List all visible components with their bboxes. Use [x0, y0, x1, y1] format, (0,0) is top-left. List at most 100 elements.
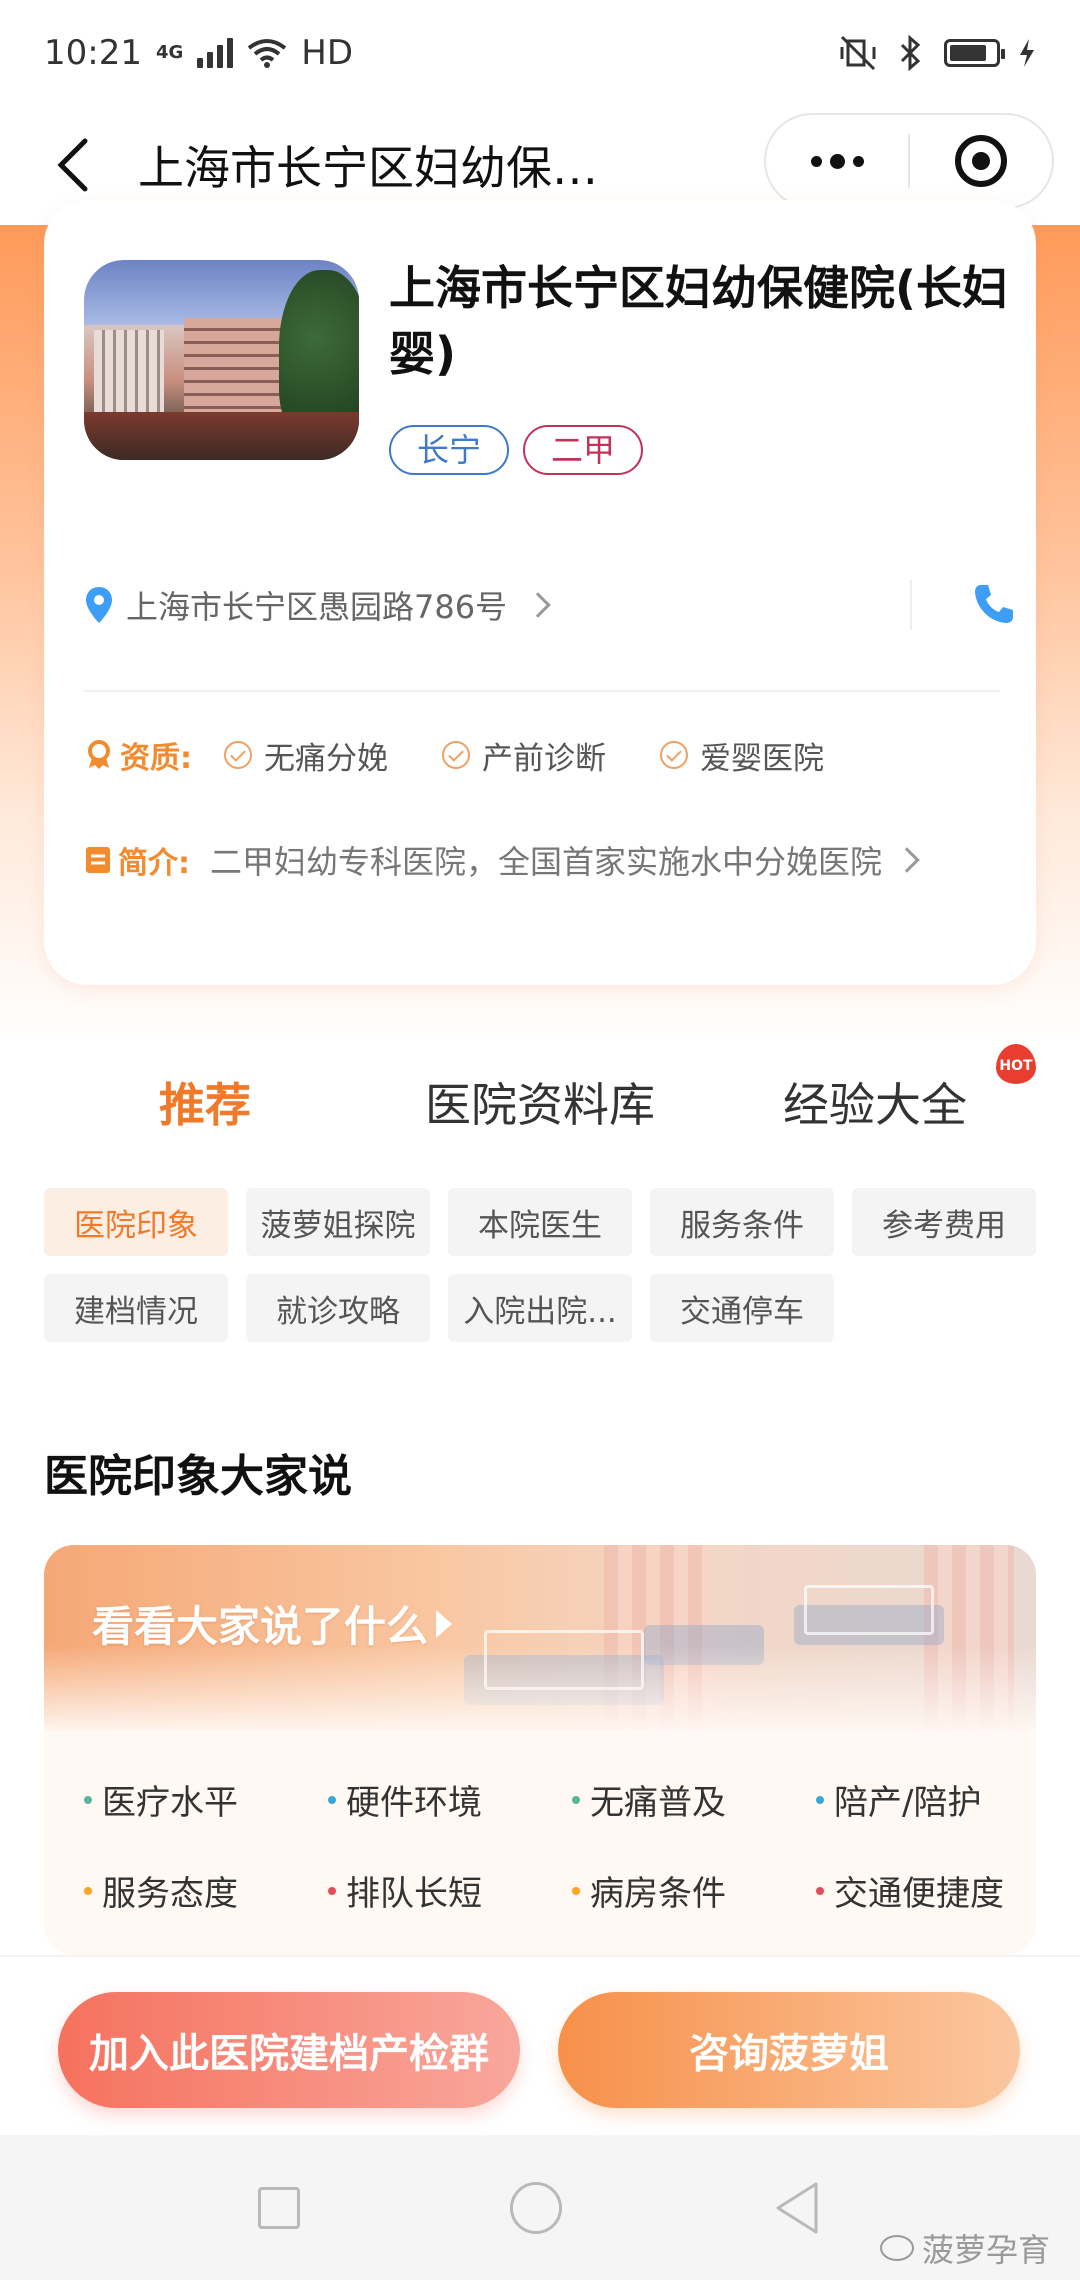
topic-label: 病房条件	[590, 1874, 726, 1914]
phone-icon	[975, 585, 1013, 623]
topic-item[interactable]: 陪产/陪护	[816, 1775, 1036, 1824]
call-button[interactable]	[964, 574, 1024, 634]
intro-label: 简介:	[84, 838, 190, 882]
topic-item[interactable]: 排队长短	[328, 1866, 572, 1915]
bullet-dot	[84, 1795, 92, 1804]
address-row[interactable]: 上海市长宁区愚园路786号	[84, 560, 1013, 650]
topic-label: 医疗水平	[102, 1783, 238, 1823]
impression-card: 看看大家说了什么 医疗水平 硬件环境 无痛普及 陪产/陪护 服务态度 排队长短 …	[44, 1545, 1036, 1955]
status-time: 10:21	[44, 32, 142, 73]
district-tag: 长宁	[389, 425, 510, 475]
view-comments-link[interactable]: 看看大家说了什么	[92, 1593, 453, 1654]
join-group-button[interactable]: 加入此医院建档产检群	[58, 1992, 520, 2108]
qualification-text: 产前诊断	[482, 740, 606, 777]
bullet-dot	[84, 1886, 92, 1895]
network-type: 4G	[155, 42, 184, 63]
bullet-dot	[816, 1886, 824, 1895]
check-circle-icon	[224, 741, 252, 769]
topic-label: 陪产/陪护	[834, 1783, 982, 1823]
chip-registration[interactable]: 建档情况	[44, 1274, 228, 1342]
topic-label: 无痛普及	[590, 1783, 726, 1823]
topic-label: 硬件环境	[346, 1783, 482, 1823]
topic-label: 排队长短	[346, 1874, 482, 1914]
topic-item[interactable]: 交通便捷度	[816, 1866, 1036, 1915]
chip-doctors[interactable]: 本院医生	[448, 1188, 632, 1256]
topic-item[interactable]: 无痛普及	[572, 1775, 816, 1824]
chip-services[interactable]: 服务条件	[650, 1188, 834, 1256]
intro-row[interactable]: 简介: 二甲妇幼专科医院，全国首家实施水中分娩医院	[84, 830, 1004, 890]
hospital-photo[interactable]	[84, 260, 359, 460]
chip-admission[interactable]: 入院出院...	[448, 1274, 632, 1342]
qualification-item: 产前诊断	[442, 733, 606, 778]
back-triangle-button[interactable]	[772, 2180, 822, 2236]
check-circle-icon	[660, 741, 688, 769]
tab-experience[interactable]: 经验大全 HOT	[670, 1044, 1080, 1150]
close-button[interactable]	[910, 115, 1052, 207]
section-title: 医院印象大家说	[44, 1451, 352, 1502]
hospital-card: 上海市长宁区妇幼保健院(长妇婴) 长宁 二甲 上海市长宁区愚园路786号 资质:	[44, 200, 1036, 985]
award-icon	[88, 740, 110, 769]
tab-experience-label: 经验大全	[783, 1078, 967, 1132]
topic-item[interactable]: 医疗水平	[84, 1775, 328, 1824]
check-circle-icon	[442, 741, 470, 769]
bottom-action-bar: 加入此医院建档产检群 咨询菠萝姐	[0, 1955, 1080, 2135]
chip-transport[interactable]: 交通停车	[650, 1274, 834, 1342]
divider	[84, 690, 1000, 692]
qualification-item: 无痛分娩	[224, 733, 388, 778]
hospital-tags: 长宁 二甲	[389, 425, 644, 475]
chevron-left-icon	[57, 138, 88, 192]
tab-hospital-database[interactable]: 医院资料库	[410, 1060, 670, 1150]
qualification-label-text: 资质:	[120, 741, 192, 776]
chip-visit[interactable]: 菠萝姐探院	[246, 1188, 430, 1256]
topic-label: 服务态度	[102, 1874, 238, 1914]
topic-item[interactable]: 病房条件	[572, 1866, 816, 1915]
qualification-item: 爱婴医院	[660, 733, 824, 778]
bluetooth-icon	[900, 34, 921, 71]
chip-guide[interactable]: 就诊攻略	[246, 1274, 430, 1342]
consult-button[interactable]: 咨询菠萝姐	[558, 1992, 1020, 2108]
watermark-text: 菠萝孕育	[921, 2231, 1050, 2269]
battery-icon	[944, 38, 1005, 67]
intro-label-text: 简介:	[118, 846, 190, 881]
chip-fees[interactable]: 参考费用	[852, 1188, 1036, 1256]
mini-program-capsule	[764, 113, 1054, 209]
topic-item[interactable]: 硬件环境	[328, 1775, 572, 1824]
weibo-icon	[879, 2235, 914, 2261]
hd-label: HD	[301, 32, 354, 73]
hot-badge: HOT	[996, 1044, 1036, 1084]
chevron-right-icon	[894, 847, 920, 873]
wifi-icon	[248, 38, 287, 68]
chevron-right-icon	[525, 592, 551, 618]
category-chips: 医院印象 菠萝姐探院 本院医生 服务条件 参考费用 建档情况 就诊攻略 入院出院…	[44, 1188, 1044, 1342]
level-tag: 二甲	[523, 425, 644, 475]
impression-banner[interactable]: 看看大家说了什么	[44, 1545, 1036, 1735]
recent-apps-button[interactable]	[258, 2186, 300, 2229]
status-right	[838, 34, 1036, 71]
bullet-dot	[816, 1795, 824, 1804]
qualification-label: 资质:	[84, 733, 224, 777]
page-title: 上海市长宁区妇幼保…	[138, 141, 598, 195]
watermark: 菠萝孕育	[879, 2225, 1050, 2271]
topic-label: 交通便捷度	[834, 1874, 1004, 1914]
topic-item[interactable]: 服务态度	[84, 1866, 328, 1915]
document-icon	[86, 847, 110, 873]
location-pin-icon	[86, 587, 112, 623]
main-tabs: 推荐 医院资料库 经验大全 HOT	[0, 1044, 1080, 1150]
mute-vibrate-icon	[840, 35, 876, 70]
play-arrow-icon	[436, 1609, 453, 1638]
home-button[interactable]	[510, 2181, 562, 2234]
more-button[interactable]	[766, 115, 908, 207]
status-bar: 10:21 4G HD	[0, 0, 1080, 105]
topic-grid: 医疗水平 硬件环境 无痛普及 陪产/陪护 服务态度 排队长短 病房条件 交通便捷…	[84, 1775, 1024, 1915]
divider	[910, 580, 912, 630]
target-icon	[955, 135, 1007, 187]
chip-hospital-impression[interactable]: 医院印象	[44, 1188, 228, 1256]
hospital-name: 上海市长宁区妇幼保健院(长妇婴)	[389, 261, 1009, 381]
signal-icon	[197, 37, 234, 68]
tab-recommend[interactable]: 推荐	[0, 1060, 410, 1150]
qualification-row: 资质: 无痛分娩 产前诊断 爱婴医院	[84, 725, 1004, 785]
address-text: 上海市长宁区愚园路786号	[126, 588, 508, 626]
qualification-text: 爱婴医院	[700, 740, 824, 777]
view-comments-text: 看看大家说了什么	[92, 1602, 429, 1651]
bullet-dot	[572, 1886, 580, 1895]
